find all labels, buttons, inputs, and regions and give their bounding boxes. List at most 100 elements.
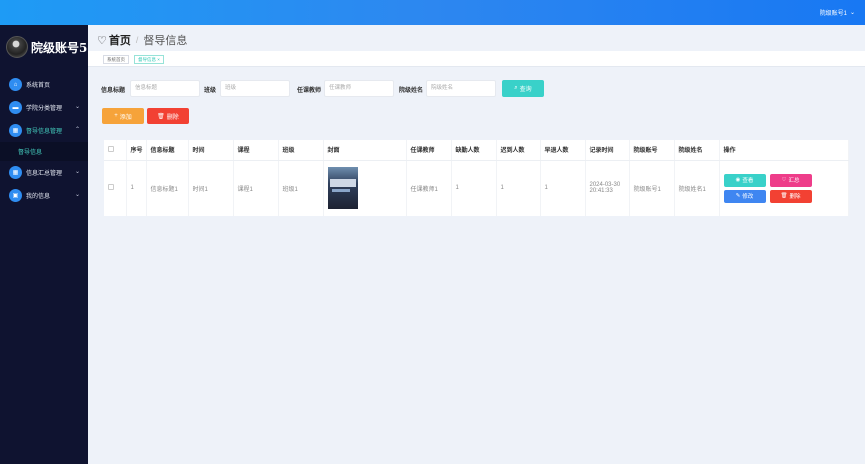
folder-icon: ▬: [9, 101, 22, 114]
column-header: 缺勤人数: [451, 140, 497, 161]
field-label-class: 班级: [204, 88, 217, 94]
column-header: 课程: [233, 140, 279, 161]
sidebar-item-label: 信息汇总管理: [26, 171, 63, 177]
sidebar-item-college-category[interactable]: ▬ 学院分类管理 ⌄: [0, 96, 88, 119]
column-header: 迟到人数: [496, 140, 541, 161]
data-table: 序号 信息标题 时间 课程 班级 封面 任课教师 缺勤人数 迟到人数 早退人数 …: [104, 140, 849, 216]
submenu-item-label: 督导信息: [18, 150, 43, 156]
home-icon: ⌂: [9, 78, 22, 91]
cell-time: 时间1: [188, 160, 234, 216]
breadcrumb-separator: /: [135, 35, 139, 45]
title-search-input[interactable]: 信息标题: [130, 80, 200, 97]
cell-course: 课程1: [233, 160, 279, 216]
trash-icon: 🗑: [780, 193, 788, 200]
delete-button-label: 删除: [166, 114, 179, 121]
submenu-item-supervision-info[interactable]: 督导信息: [0, 142, 88, 161]
sidebar-menu: ⌂ 系统首页 ▬ 学院分类管理 ⌄ ▦ 督导信息管理 ⌃ 督导信息 ▦ 信息汇总…: [0, 73, 88, 207]
column-header: 序号: [126, 140, 147, 161]
search-button-label: 查询: [519, 87, 532, 93]
row-actions: ◉ 查看 ♡ 汇总 ✎ 修改 🗑 删除: [723, 173, 848, 203]
cell-name: 院级姓名1: [674, 160, 720, 216]
user-card-icon: ▣: [9, 189, 22, 202]
user-menu[interactable]: 院级账号1 ⌄: [820, 8, 855, 17]
sidebar-item-label: 督导信息管理: [26, 129, 63, 135]
breadcrumb-current: 督导信息: [143, 35, 188, 47]
edit-button-label: 修改: [742, 194, 754, 201]
cover-image: [327, 167, 358, 210]
tab-supervision-info[interactable]: 督导信息 ×: [134, 55, 164, 64]
cell-late: 1: [496, 160, 541, 216]
plus-icon: +: [114, 113, 118, 119]
column-header: 记录时间: [585, 140, 630, 161]
brand: 院级账号5: [6, 36, 87, 58]
table-row: 1 信息标题1 时间1 课程1 班级1 任课教师1 1 1 1 2024-03-…: [104, 160, 849, 216]
top-bar: 院级账号1 ⌄: [0, 0, 865, 25]
trash-icon: 🗑: [157, 113, 165, 120]
name-search-input[interactable]: 院级姓名: [426, 80, 496, 97]
user-menu-label: 院级账号1: [819, 11, 847, 17]
tab-home[interactable]: 系统首页: [103, 55, 129, 64]
field-label-title: 信息标题: [101, 88, 126, 94]
avatar: [6, 36, 28, 58]
row-delete-button[interactable]: 🗑 删除: [769, 189, 812, 203]
cell-account: 院级账号1: [629, 160, 675, 216]
cell-teacher: 任课教师1: [406, 160, 452, 216]
row-delete-button-label: 删除: [789, 194, 801, 201]
chevron-up-icon: ⌃: [74, 127, 80, 133]
sidebar-item-summary[interactable]: ▦ 信息汇总管理 ⌄: [0, 161, 88, 184]
add-button-label: 添加: [119, 114, 132, 121]
breadcrumb-home[interactable]: 首页: [109, 32, 131, 48]
breadcrumb: ♡ 首页 / 督导信息: [97, 32, 187, 48]
cell-class: 班级1: [278, 160, 324, 216]
brand-title: 院级账号5: [31, 40, 88, 55]
edit-icon: ✎: [735, 193, 741, 200]
chevron-down-icon: ⌄: [74, 192, 80, 198]
column-header: 操作: [719, 140, 849, 161]
tags-bar: 系统首页 督导信息 ×: [88, 51, 865, 67]
chevron-down-icon: ⌄: [74, 104, 80, 110]
column-header: 信息标题: [146, 140, 189, 161]
grid-icon: ▦: [9, 166, 22, 179]
page-header: ♡ 首页 / 督导信息: [88, 25, 865, 51]
checkbox[interactable]: [108, 145, 114, 152]
search-button[interactable]: ⌕ 查询: [502, 80, 544, 97]
sidebar-item-label: 系统首页: [26, 83, 51, 89]
edit-button[interactable]: ✎ 修改: [723, 189, 766, 203]
column-header: 时间: [188, 140, 234, 161]
heart-icon: ♡: [97, 34, 107, 47]
cell-early: 1: [540, 160, 586, 216]
column-header: 院级姓名: [674, 140, 720, 161]
sidebar-item-label: 我的信息: [26, 194, 51, 200]
cell-ops: ◉ 查看 ♡ 汇总 ✎ 修改 🗑 删除: [719, 160, 849, 216]
cell-absent: 1: [451, 160, 497, 216]
sidebar-item-supervision[interactable]: ▦ 督导信息管理 ⌃: [0, 119, 88, 142]
grid-icon: ▦: [9, 124, 22, 137]
sidebar-item-label: 学院分类管理: [26, 106, 63, 112]
batch-delete-button[interactable]: 🗑 删除: [147, 108, 189, 124]
cell-index: 1: [126, 160, 147, 216]
table-header-row: 序号 信息标题 时间 课程 班级 封面 任课教师 缺勤人数 迟到人数 早退人数 …: [104, 140, 849, 161]
sidebar: 院级账号5 ⌂ 系统首页 ▬ 学院分类管理 ⌄ ▦ 督导信息管理 ⌃ 督导信息 …: [0, 25, 88, 464]
checkbox[interactable]: [108, 184, 114, 191]
chevron-down-icon: ⌄: [74, 169, 80, 175]
search-icon: ⌕: [514, 85, 518, 91]
add-button[interactable]: + 添加: [102, 108, 144, 124]
column-header: 任课教师: [406, 140, 452, 161]
heart-icon: ♡: [781, 177, 787, 184]
cell-cover: [323, 160, 407, 216]
summary-button-label: 汇总: [788, 178, 800, 185]
column-header: 封面: [323, 140, 407, 161]
teacher-search-input[interactable]: 任课教师: [324, 80, 394, 97]
eye-icon: ◉: [735, 177, 741, 184]
row-select[interactable]: [104, 160, 127, 216]
cell-title: 信息标题1: [146, 160, 189, 216]
sidebar-item-my-info[interactable]: ▣ 我的信息 ⌄: [0, 184, 88, 207]
cell-record-time: 2024-03-30 20:41:33: [585, 160, 630, 216]
class-search-input[interactable]: 班级: [220, 80, 290, 97]
column-header: 早退人数: [540, 140, 586, 161]
view-button[interactable]: ◉ 查看: [723, 173, 766, 187]
header-select-all[interactable]: [104, 140, 127, 161]
summary-button[interactable]: ♡ 汇总: [769, 173, 812, 187]
sidebar-item-home[interactable]: ⌂ 系统首页: [0, 73, 88, 96]
column-header: 院级账号: [629, 140, 675, 161]
